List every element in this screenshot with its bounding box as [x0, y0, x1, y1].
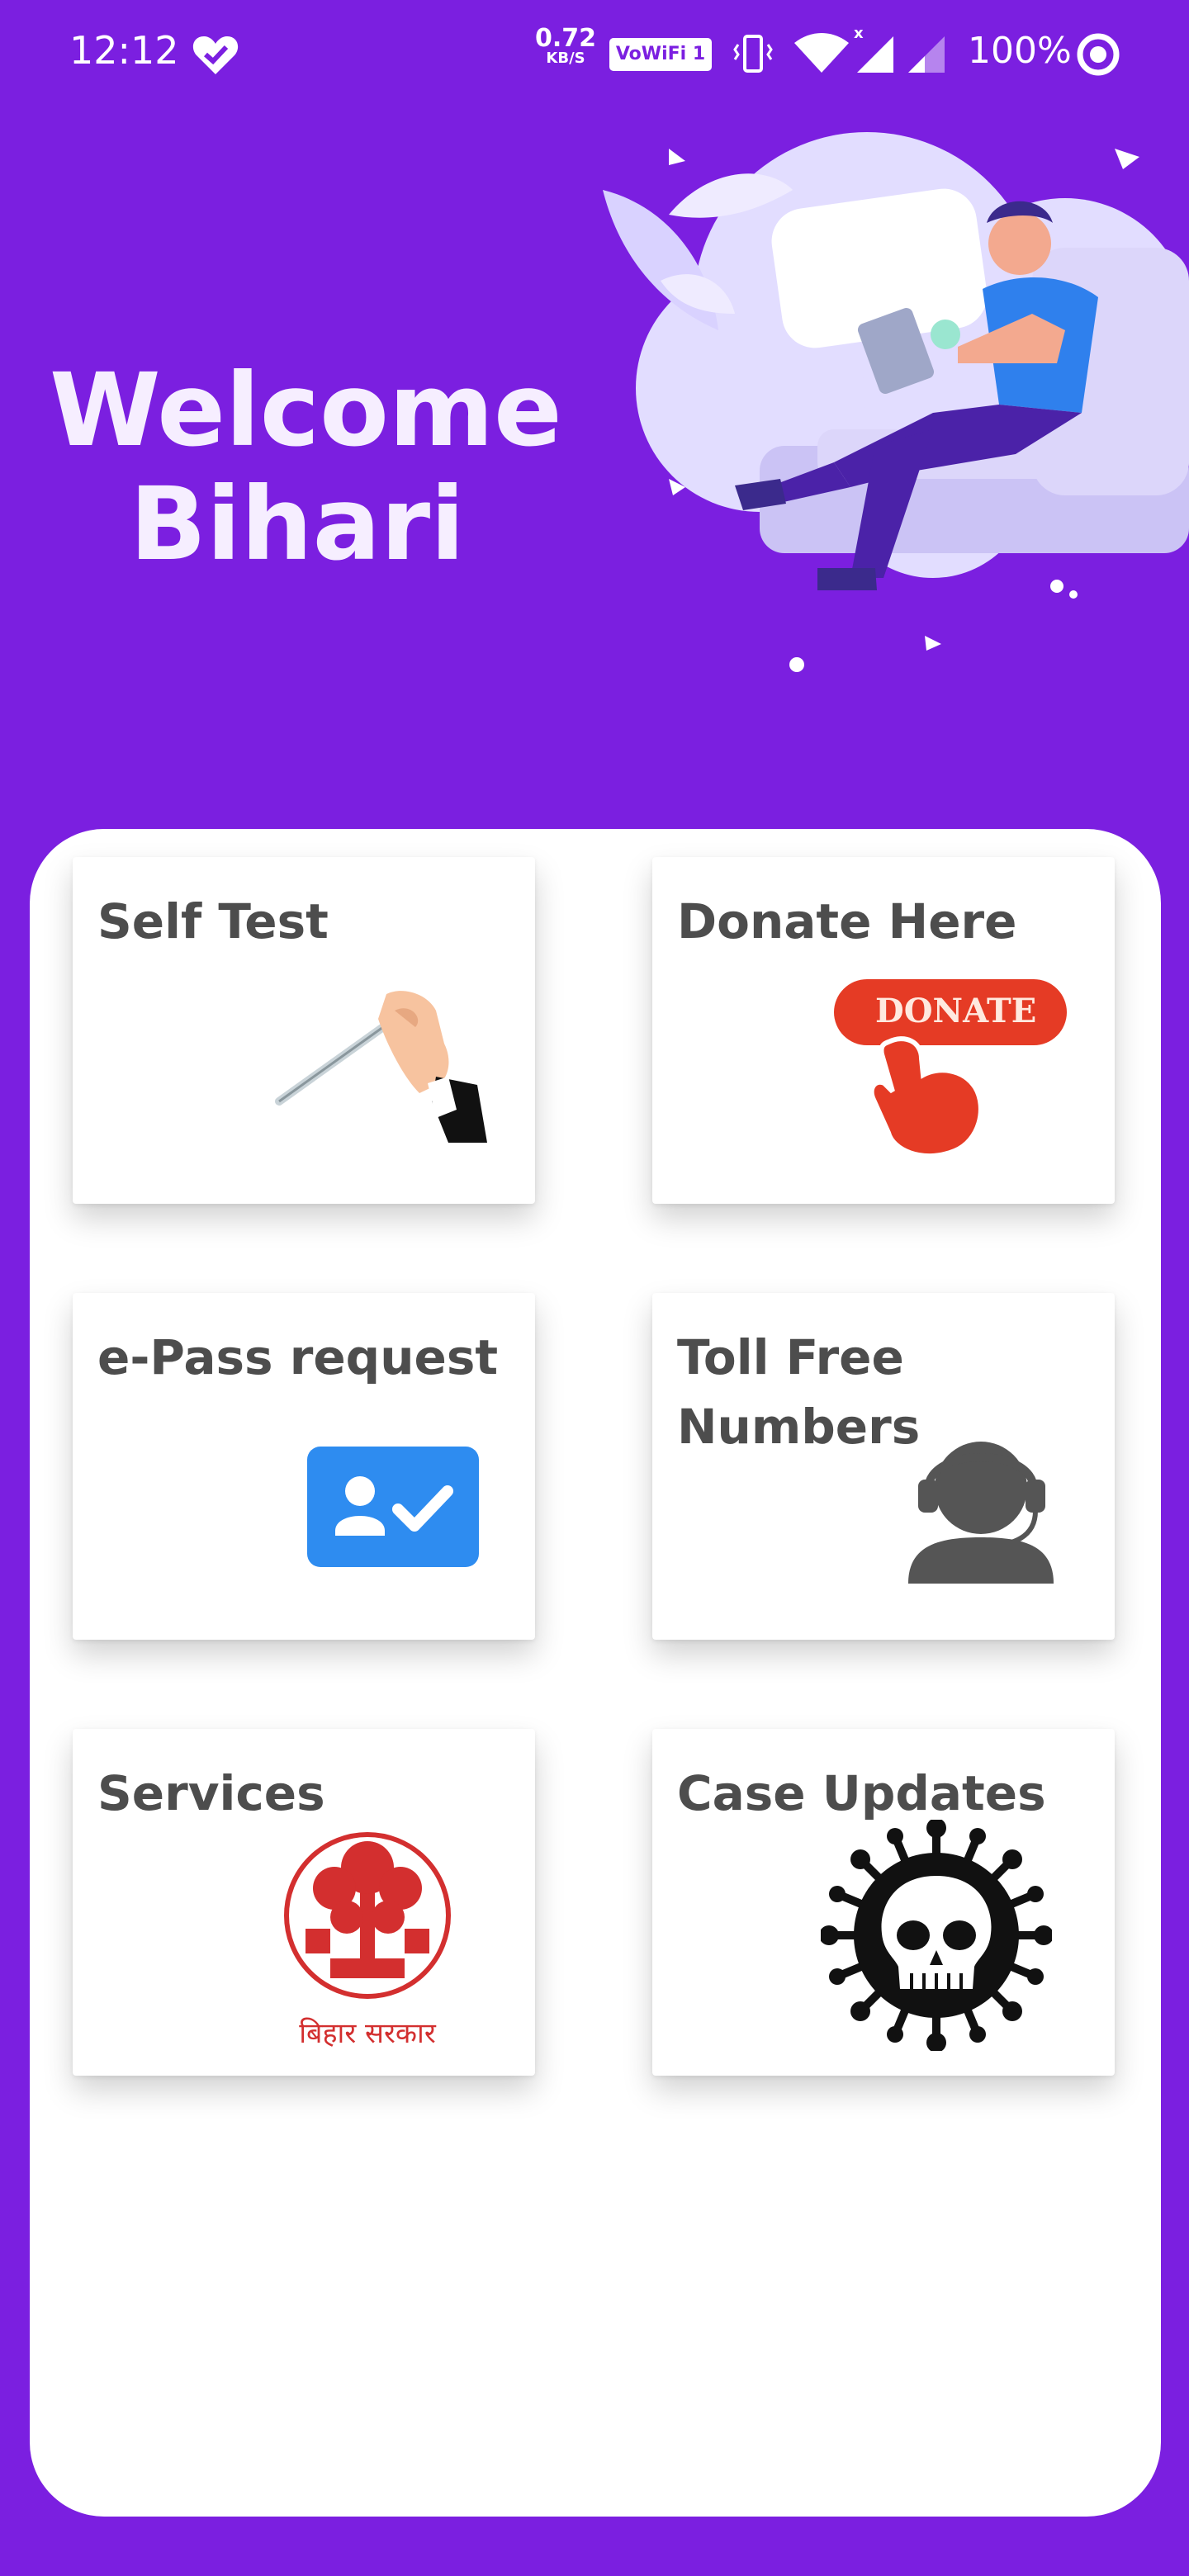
wifi-icon	[793, 33, 850, 78]
bihar-sarkar-emblem-icon: बिहार सरकार	[281, 1818, 454, 2071]
thermometer-icon	[271, 986, 494, 1154]
vibrate-icon	[733, 33, 773, 78]
svg-text:x: x	[854, 26, 864, 42]
network-speed-unit: KB/S	[546, 50, 585, 67]
vowifi-badge: VoWiFi 1	[609, 38, 712, 71]
tile-toll-free-numbers[interactable]: Toll Free Numbers	[652, 1293, 1115, 1640]
network-speed-value: 0.72	[535, 24, 597, 53]
tile-services[interactable]: Services बिहार सरकार	[73, 1729, 535, 2076]
virus-skull-icon	[819, 1818, 1054, 2054]
epass-user-check-icon	[306, 1445, 481, 1572]
cellular-signal-icon: x	[854, 25, 897, 78]
tile-case-updates[interactable]: Case Updates	[652, 1729, 1115, 2076]
services-panel: Self Test Donate Here DONATE e-Pass requ…	[30, 829, 1161, 2517]
tile-title: Case Updates	[677, 1765, 1046, 1821]
welcome-line2: Bihari	[130, 466, 465, 583]
welcome-line1: Welcome	[50, 352, 562, 469]
tile-title: Self Test	[97, 893, 329, 949]
tile-title: e-Pass request	[97, 1329, 499, 1385]
donate-badge-text: DONATE	[875, 992, 1036, 1030]
hero-illustration	[570, 116, 1189, 677]
donate-icon: DONATE	[831, 976, 1070, 1161]
tile-donate-here[interactable]: Donate Here DONATE	[652, 857, 1115, 1204]
headset-support-icon	[905, 1422, 1062, 1590]
cellular-signal-weak-icon	[907, 33, 946, 78]
battery-percent: 100%	[968, 30, 1072, 72]
status-time: 12:12	[69, 28, 179, 73]
tile-epass-request[interactable]: e-Pass request	[73, 1293, 535, 1640]
status-bar: 12:12 0.72 KB/S VoWiFi 1 x 100%	[0, 0, 1189, 107]
battery-ring-icon	[1075, 31, 1121, 81]
network-speed: 0.72 KB/S	[535, 26, 596, 66]
tile-title: Donate Here	[677, 893, 1017, 949]
emblem-caption: बिहार सरकार	[299, 2017, 436, 2050]
welcome-heading: Welcome Bihari	[50, 352, 562, 583]
tile-self-test[interactable]: Self Test	[73, 857, 535, 1204]
heart-check-icon	[192, 33, 239, 79]
